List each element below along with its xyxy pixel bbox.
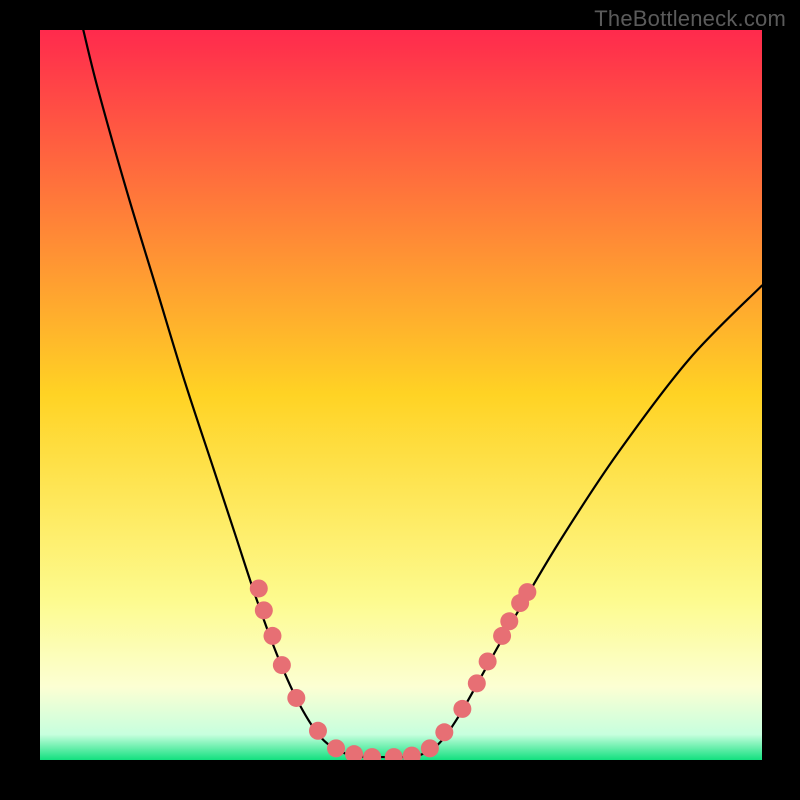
chart-frame: TheBottleneck.com [0, 0, 800, 800]
data-marker [309, 722, 327, 740]
data-marker [287, 689, 305, 707]
data-marker [500, 612, 518, 630]
data-marker [479, 652, 497, 670]
data-marker [468, 674, 486, 692]
data-marker [250, 579, 268, 597]
plot-area [40, 30, 762, 760]
gradient-background [40, 30, 762, 760]
data-marker [453, 700, 471, 718]
watermark-text: TheBottleneck.com [594, 6, 786, 32]
data-marker [327, 739, 345, 757]
bottleneck-chart [40, 30, 762, 760]
data-marker [421, 739, 439, 757]
data-marker [518, 583, 536, 601]
data-marker [263, 627, 281, 645]
data-marker [255, 601, 273, 619]
data-marker [435, 723, 453, 741]
data-marker [273, 656, 291, 674]
